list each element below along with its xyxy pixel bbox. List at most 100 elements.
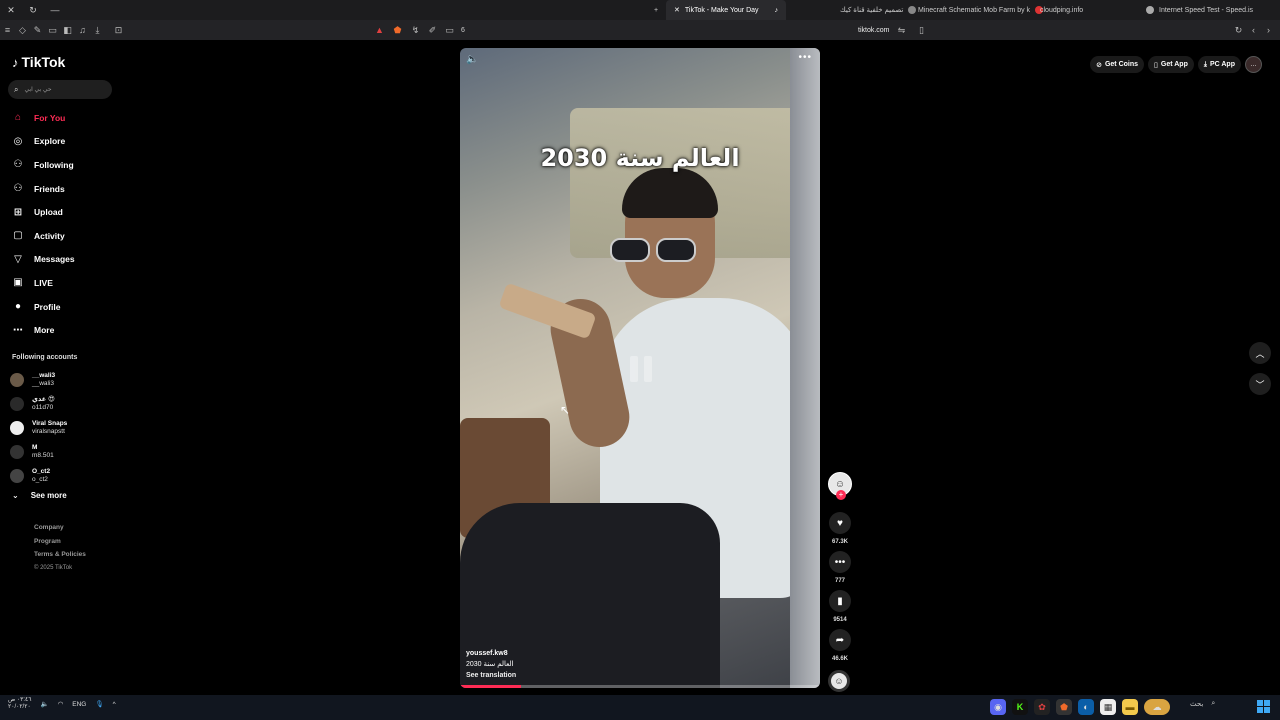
shield-icon[interactable]: ◇ [15, 20, 30, 40]
avatar [10, 421, 24, 435]
tiktok-logo[interactable]: ♪ TikTok [12, 54, 65, 70]
nav-for-you[interactable]: ⌂ For You [8, 106, 108, 130]
next-video-button[interactable]: ﹀ [1249, 373, 1271, 395]
tab-cloudping[interactable]: cloudping.info [1032, 0, 1091, 20]
get-app-button[interactable]: ▯ Get App [1148, 56, 1194, 73]
brave-rewards-icon[interactable]: ▲ [372, 20, 387, 40]
nav-profile[interactable]: ● Profile [8, 295, 108, 319]
tab-tiktok[interactable]: ✕ TikTok - Make Your Day ♪ [666, 0, 786, 20]
nav-upload[interactable]: ⊞ Upload [8, 200, 108, 224]
volume-icon[interactable]: 🔈 [466, 54, 478, 65]
more-options-icon[interactable]: ••• [798, 52, 812, 63]
screenshot-icon[interactable]: ⊡ [111, 20, 126, 40]
panel-icon[interactable]: ◧ [60, 20, 75, 40]
previous-video-button[interactable]: ︿ [1249, 342, 1271, 364]
pause-icon[interactable] [630, 356, 652, 382]
music-disc-icon[interactable]: ☺ [828, 670, 850, 692]
share-action[interactable]: ➦ 46.6K [828, 629, 852, 668]
following-account[interactable]: Viral Snaps viralsnapstt [10, 416, 110, 440]
footer-company-link[interactable]: Company [34, 524, 86, 538]
search-icon: ⌕ [1211, 700, 1216, 707]
speaker-icon[interactable]: 🔈 [40, 700, 48, 708]
tab-minecraft[interactable]: Minecraft Schematic Mob Farm by k [910, 0, 1051, 20]
translate-icon[interactable]: ⇋ [894, 20, 909, 40]
sidebar-icon[interactable]: ▭ [45, 20, 60, 40]
following-account[interactable]: __wali3 __wali3 [10, 368, 110, 392]
profile-icon: ● [14, 301, 22, 313]
see-translation-link[interactable]: See translation [466, 670, 516, 681]
avatar [10, 373, 24, 387]
nav-messages[interactable]: ▽ Messages [8, 248, 108, 272]
following-account[interactable]: Mm8.501 [10, 440, 110, 464]
chevron-up-icon: ︿ [1255, 348, 1265, 359]
see-more-button[interactable]: ⌄ See more [12, 491, 67, 500]
microphone-icon[interactable]: 🎙 [95, 700, 103, 708]
app-icon[interactable]: ✿ [1034, 699, 1050, 715]
forward-icon[interactable]: › [1261, 20, 1276, 40]
like-action[interactable]: ♥ 67.3K [828, 512, 852, 551]
friends-icon: ⚇ [13, 183, 23, 195]
brave-shield-icon[interactable]: ⬟ [390, 20, 405, 40]
top-actions: ⊘ Get Coins ▯ Get App ⤓ PC App … [1090, 56, 1262, 73]
pen-icon[interactable]: ✐ [425, 20, 440, 40]
tabs-icon[interactable]: ▭ [442, 20, 457, 40]
edge-icon[interactable]: ◐ [1078, 699, 1094, 715]
tray-chevron-icon[interactable]: ^ [113, 701, 116, 708]
wallet-icon[interactable]: ✎ [30, 20, 45, 40]
address-bar[interactable]: tiktok.com [858, 27, 890, 34]
windows-search[interactable]: بحث ⌕ [1190, 700, 1215, 708]
nav-activity[interactable]: ▢ Activity [8, 224, 108, 248]
following-list: __wali3 __wali3 غدي 😍 o11d70 Viral Snaps vi… [10, 368, 110, 488]
bookmark-icon[interactable]: ▮ [829, 590, 851, 612]
minimize-icon[interactable]: — [44, 0, 66, 20]
activity-icon: ▢ [13, 230, 23, 242]
heart-icon[interactable]: ♥ [829, 512, 851, 534]
music-icon[interactable]: ♫ [75, 20, 90, 40]
creator-avatar[interactable]: ☺ + [828, 472, 852, 500]
folder-icon[interactable]: ▬ [1122, 699, 1138, 715]
wifi-icon[interactable]: ◠ [58, 700, 64, 708]
download-icon[interactable]: ⤓ [90, 20, 105, 40]
comment-icon[interactable]: ••• [829, 551, 851, 573]
following-account[interactable]: O_ct2 o_ct2 [10, 464, 110, 488]
following-accounts-title: Following accounts [12, 354, 78, 361]
weather-widget-icon[interactable]: ☁ [1144, 699, 1170, 715]
video-player[interactable]: العالم سنة 2030 🔈 ••• ↖ youssef.kw8 العا… [460, 48, 820, 688]
taskbar-clock[interactable]: ٠٣:٤٦ ص ٢٠/٠٢/٢٠ [8, 697, 31, 711]
nav-following[interactable]: ⚇ Following [8, 153, 108, 177]
video-author[interactable]: youssef.kw8 [466, 648, 516, 659]
get-coins-button[interactable]: ⊘ Get Coins [1090, 56, 1145, 73]
discord-icon[interactable]: ◉ [990, 699, 1006, 715]
follow-plus-icon[interactable]: + [836, 490, 846, 500]
bookmark-icon[interactable]: ▯ [914, 20, 929, 40]
new-tab-button[interactable]: + [646, 0, 666, 20]
windows-start-icon[interactable] [1257, 700, 1270, 713]
kick-icon[interactable]: K [1012, 699, 1028, 715]
avatar [10, 445, 24, 459]
following-account[interactable]: غدي 😍 o11d70 [10, 392, 110, 416]
comment-action[interactable]: ••• 777 [828, 551, 852, 590]
tab-speedtest[interactable]: Internet Speed Test - Speed.is [1138, 0, 1261, 20]
footer-program-link[interactable]: Program [34, 538, 86, 552]
close-window-icon[interactable]: ✕ [0, 0, 22, 20]
brave-icon[interactable]: ⬟ [1056, 699, 1072, 715]
nav-explore[interactable]: ◎ Explore [8, 130, 108, 154]
nav-more[interactable]: ⋯ More [8, 318, 108, 342]
video-progress-bar[interactable] [460, 685, 820, 688]
language-indicator[interactable]: ENG [72, 701, 86, 708]
store-icon[interactable]: ▦ [1100, 699, 1116, 715]
menu-icon[interactable]: ≡ [0, 20, 15, 40]
pc-app-button[interactable]: ⤓ PC App [1197, 56, 1241, 73]
close-tab-icon[interactable]: ✕ [674, 6, 680, 14]
reload-icon[interactable]: ↻ [1231, 20, 1246, 40]
user-avatar[interactable]: … [1245, 56, 1262, 73]
save-action[interactable]: ▮ 9514 [828, 590, 852, 629]
share-icon[interactable]: ➦ [829, 629, 851, 651]
refresh-icon[interactable]: ↻ [22, 0, 44, 20]
footer-terms-link[interactable]: Terms & Policies [34, 551, 86, 565]
nav-live[interactable]: ▣ LIVE [8, 271, 108, 295]
extension-icon[interactable]: ↯ [408, 20, 423, 40]
back-icon[interactable]: ‹ [1246, 20, 1261, 40]
nav-friends[interactable]: ⚇ Friends [8, 177, 108, 201]
search-input[interactable]: ⌕ حي بي ابي [8, 80, 112, 99]
